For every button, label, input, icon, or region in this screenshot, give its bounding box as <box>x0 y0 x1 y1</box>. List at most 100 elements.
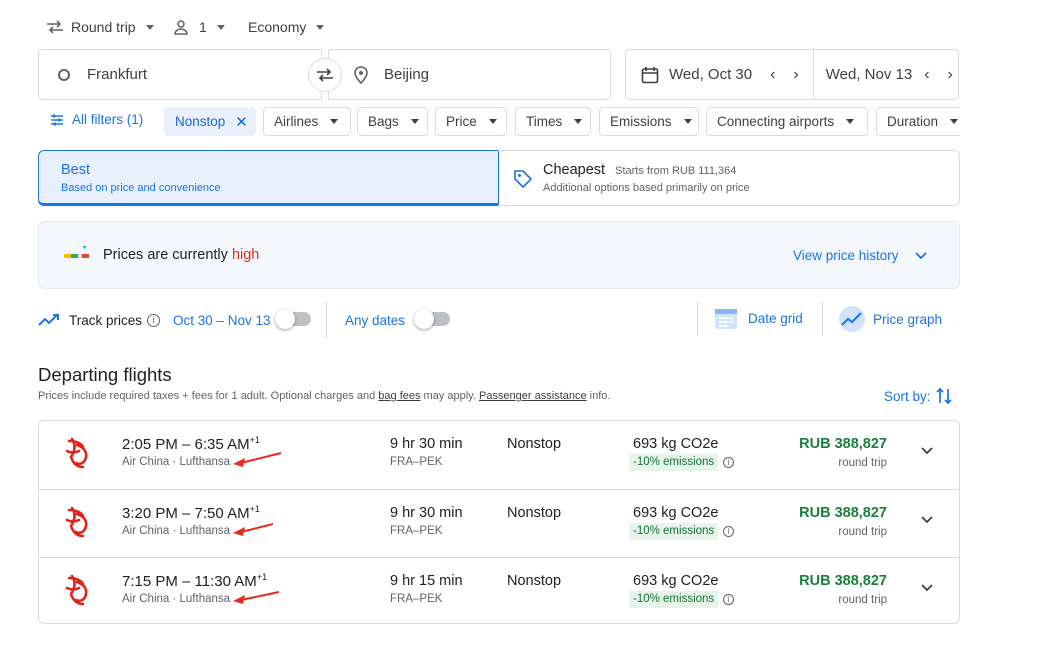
divider <box>822 302 823 336</box>
flight-row[interactable]: 2:05 PM – 6:35 AM+1 Air China · Lufthans… <box>39 421 959 489</box>
date-grid-label: Date grid <box>748 310 803 326</box>
cabin-dropdown[interactable]: Economy <box>248 15 325 39</box>
date-grid-button[interactable]: Date grid <box>713 305 803 331</box>
flight-price: RUB 388,827 <box>799 436 887 452</box>
sort-by-button[interactable]: Sort by: <box>884 387 952 405</box>
filter-sliders-icon <box>51 114 63 125</box>
chevron-down-icon <box>316 24 325 30</box>
sort-by-label: Sort by: <box>884 388 931 404</box>
chip-nonstop[interactable]: Nonstop ✕ <box>164 107 256 136</box>
chip-airlines[interactable]: Airlines <box>263 107 351 136</box>
location-pin-icon <box>354 65 368 84</box>
return-next-icon[interactable]: › <box>948 66 953 84</box>
flight-row[interactable]: 7:15 PM – 11:30 AM+1 Air China · Lufthan… <box>39 557 959 623</box>
tab-cheapest-starts-from: Starts from RUB 111,364 <box>615 165 737 177</box>
chevron-down-icon[interactable] <box>921 584 933 592</box>
price-note: round trip <box>838 526 887 538</box>
track-date-range: Oct 30 – Nov 13 <box>173 313 271 328</box>
origin-value: Frankfurt <box>87 66 148 83</box>
swap-locations-button[interactable] <box>308 58 342 92</box>
chip-label: Emissions <box>610 114 672 129</box>
date-grid-icon <box>715 309 737 329</box>
chip-label: Price <box>446 114 477 129</box>
swap-arrows-icon <box>47 20 63 34</box>
destination-field[interactable]: Beijing <box>328 49 611 100</box>
flight-price: RUB 388,827 <box>799 505 887 521</box>
divider <box>326 302 327 338</box>
chip-price[interactable]: Price <box>435 107 507 136</box>
chip-duration[interactable]: Duration <box>876 107 960 136</box>
view-price-history-button[interactable]: View price history <box>793 248 927 263</box>
flight-duration: 9 hr 30 min <box>390 505 463 521</box>
dates-field[interactable]: Wed, Oct 30 ‹ › Wed, Nov 13 ‹ › <box>625 49 959 100</box>
red-annotation-arrow-icon <box>233 591 280 604</box>
red-annotation-arrow-icon <box>233 523 274 536</box>
return-date[interactable]: Wed, Nov 13 <box>826 66 912 83</box>
depart-next-icon[interactable]: › <box>793 66 798 84</box>
chevron-down-icon <box>330 119 339 124</box>
disclaimer-text: Prices include required taxes + fees for… <box>38 390 379 402</box>
price-graph-label: Price graph <box>873 311 943 327</box>
trending-line-icon <box>38 314 59 326</box>
flight-stops: Nonstop <box>507 436 562 452</box>
price-graph-button[interactable]: Price graph <box>838 305 942 333</box>
air-china-logo-icon <box>65 574 88 606</box>
day-offset: +1 <box>256 572 268 582</box>
depart-prev-icon[interactable]: ‹ <box>770 66 775 84</box>
chevron-down-icon[interactable] <box>921 516 933 524</box>
flight-route: FRA–PEK <box>390 593 443 605</box>
info-icon[interactable]: i <box>147 314 160 327</box>
info-icon[interactable]: i <box>723 594 734 605</box>
bag-fees-link[interactable]: bag fees <box>378 390 420 402</box>
chip-label: Airlines <box>274 114 319 129</box>
calendar-icon <box>641 66 659 83</box>
depart-date[interactable]: Wed, Oct 30 <box>669 66 752 83</box>
chip-times[interactable]: Times <box>515 107 591 136</box>
chevron-down-icon <box>488 119 497 124</box>
chevron-down-icon <box>145 24 154 30</box>
flight-row[interactable]: 3:20 PM – 7:50 AM+1 Air China · Lufthans… <box>39 489 959 557</box>
chip-bags[interactable]: Bags <box>357 107 428 136</box>
chip-label: Duration <box>887 114 939 129</box>
price-note: round trip <box>838 594 887 606</box>
chip-emissions[interactable]: Emissions <box>599 107 699 136</box>
flight-co2: 693 kg CO2e <box>633 436 719 452</box>
day-offset: +1 <box>249 504 260 514</box>
flight-duration: 9 hr 15 min <box>390 573 463 589</box>
chevron-down-icon <box>846 119 855 124</box>
flight-stops: Nonstop <box>507 573 562 589</box>
all-filters-button[interactable]: All filters (1) <box>50 112 143 127</box>
emissions-badge: -10% emissions <box>629 591 719 608</box>
time-range: 3:20 PM – 7:50 AM <box>122 505 250 522</box>
flight-route: FRA–PEK <box>390 456 443 468</box>
flight-co2: 693 kg CO2e <box>633 573 719 589</box>
close-icon[interactable]: ✕ <box>235 113 248 131</box>
track-dates-toggle[interactable] <box>275 309 311 329</box>
tab-best[interactable]: Best Based on price and convenience <box>38 150 499 206</box>
tab-cheapest[interactable]: Cheapest Starts from RUB 111,364 Additio… <box>498 150 960 206</box>
view-price-history-label: View price history <box>793 248 899 263</box>
disclaimer-text: may apply. <box>420 390 479 402</box>
swap-arrows-icon <box>317 68 333 82</box>
passenger-assistance-link[interactable]: Passenger assistance <box>479 390 587 402</box>
info-icon[interactable]: i <box>723 526 734 537</box>
origin-field[interactable]: Frankfurt <box>38 49 322 100</box>
price-tag-icon <box>514 170 532 188</box>
chip-connecting-airports[interactable]: Connecting airports <box>706 107 868 136</box>
return-prev-icon[interactable]: ‹ <box>924 66 929 84</box>
any-dates-toggle[interactable] <box>414 309 450 329</box>
trip-type-label: Round trip <box>71 19 136 35</box>
trip-type-dropdown[interactable]: Round trip <box>46 15 154 39</box>
flight-airlines: Air China · Lufthansa <box>122 525 231 537</box>
flight-airlines: Air China · Lufthansa <box>122 593 231 605</box>
passengers-dropdown[interactable]: 1 <box>173 15 225 39</box>
tab-cheapest-title: Cheapest <box>543 162 606 178</box>
price-note: round trip <box>838 457 887 469</box>
flight-price: RUB 388,827 <box>799 573 887 589</box>
day-offset: +1 <box>249 435 260 445</box>
price-insight-text: Prices are currently <box>103 247 228 263</box>
info-icon[interactable]: i <box>723 457 734 468</box>
chevron-down-icon[interactable] <box>921 447 933 455</box>
disclaimer-text: info. <box>586 390 611 402</box>
chip-label: Bags <box>368 114 399 129</box>
